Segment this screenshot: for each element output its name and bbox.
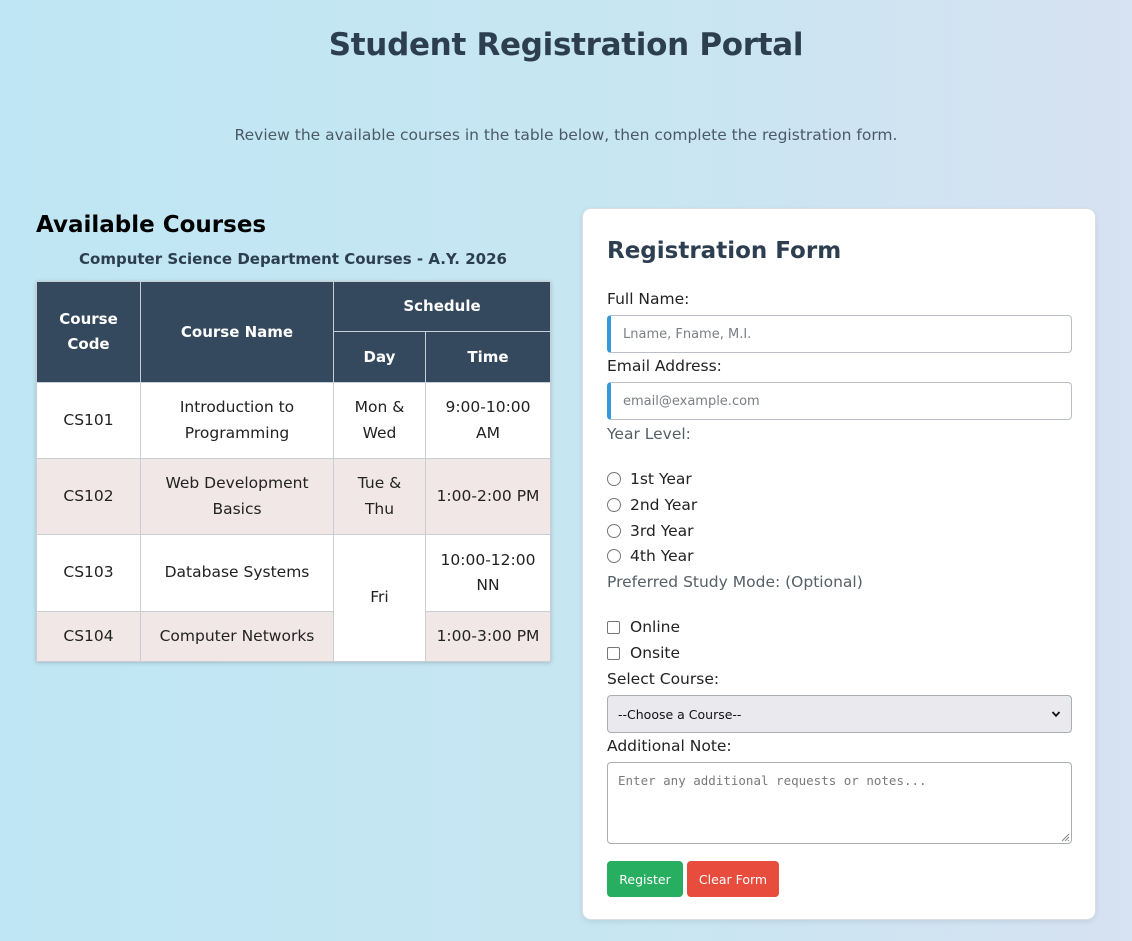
checkbox-option-onsite[interactable]: Onsite: [607, 642, 680, 664]
course-code-cell: CS103: [36, 534, 141, 612]
radio-button[interactable]: [607, 549, 621, 563]
radio-label: 3rd Year: [630, 522, 694, 540]
radio-option-1st-year[interactable]: 1st Year: [607, 468, 692, 490]
radio-label: 1st Year: [630, 470, 692, 488]
column-header-day: Day: [333, 331, 426, 383]
radio-label: 2nd Year: [630, 496, 698, 514]
year-level-label: Year Level:: [607, 425, 691, 443]
courses-heading: Available Courses: [36, 212, 267, 238]
radio-button[interactable]: [607, 498, 621, 512]
course-time-cell: 10:00-12:00 NN: [425, 534, 551, 612]
course-code-cell: CS102: [36, 458, 141, 535]
course-select-value: --Choose a Course--: [618, 706, 742, 722]
courses-table: Course Code Course Name Schedule Day Tim…: [36, 281, 551, 662]
radio-option-3rd-year[interactable]: 3rd Year: [607, 520, 694, 542]
radio-button[interactable]: [607, 472, 621, 486]
checkbox[interactable]: [607, 646, 620, 660]
course-name-cell: Introduction to Programming: [140, 382, 334, 459]
course-day-cell: Mon & Wed: [333, 382, 426, 459]
course-day-cell: Tue & Thu: [333, 458, 426, 535]
table-row: CS104 Computer Networks 1:00-3:00 PM: [36, 611, 551, 662]
clear-form-button[interactable]: Clear Form: [687, 861, 779, 897]
table-row: CS103 Database Systems Fri 10:00-12:00 N…: [36, 534, 551, 662]
table-row: CS101 Introduction to Programming Mon & …: [36, 382, 551, 459]
column-header-schedule: Schedule: [333, 281, 551, 332]
course-day-cell: Fri: [333, 534, 426, 662]
checkbox-label: Onsite: [630, 644, 681, 662]
study-mode-label: Preferred Study Mode: (Optional): [607, 573, 863, 591]
column-header-course-name: Course Name: [140, 281, 334, 383]
page-title: Student Registration Portal: [328, 27, 804, 63]
full-name-label: Full Name:: [607, 290, 690, 308]
course-time-cell: 1:00-3:00 PM: [425, 611, 551, 662]
course-code-cell: CS104: [36, 611, 141, 662]
course-time-cell: 1:00-2:00 PM: [425, 458, 551, 535]
register-button[interactable]: Register: [607, 861, 683, 897]
resize-grip-icon[interactable]: [1060, 832, 1070, 842]
course-name-cell: Computer Networks: [140, 611, 334, 662]
full-name-input[interactable]: [607, 315, 1072, 353]
registration-form-card: Registration Form Full Name: Email Addre…: [582, 208, 1096, 920]
email-label: Email Address:: [607, 357, 722, 375]
radio-option-2nd-year[interactable]: 2nd Year: [607, 494, 697, 516]
course-time-cell: 9:00-10:00 AM: [425, 382, 551, 459]
course-select[interactable]: --Choose a Course--: [607, 695, 1072, 733]
course-code-cell: CS101: [36, 382, 141, 459]
column-header-time: Time: [425, 331, 551, 383]
column-header-course-code: Course Code: [36, 281, 141, 383]
checkbox[interactable]: [607, 620, 620, 634]
page-subtitle: Review the available courses in the tabl…: [234, 126, 898, 144]
additional-note-textarea[interactable]: [607, 762, 1072, 844]
table-caption: Computer Science Department Courses - A.…: [79, 250, 507, 268]
checkbox-option-online[interactable]: Online: [607, 616, 680, 638]
radio-label: 4th Year: [630, 547, 694, 565]
checkbox-label: Online: [630, 618, 680, 636]
additional-note-label: Additional Note:: [607, 737, 732, 755]
chevron-down-icon: [1051, 711, 1061, 718]
table-row: CS102 Web Development Basics Tue & Thu 1…: [36, 458, 551, 535]
select-course-label: Select Course:: [607, 670, 720, 688]
form-title: Registration Form: [607, 238, 842, 264]
email-input[interactable]: [607, 382, 1072, 420]
radio-option-4th-year[interactable]: 4th Year: [607, 545, 694, 567]
course-name-cell: Database Systems: [140, 534, 334, 612]
course-name-cell: Web Development Basics: [140, 458, 334, 535]
radio-button[interactable]: [607, 524, 621, 538]
